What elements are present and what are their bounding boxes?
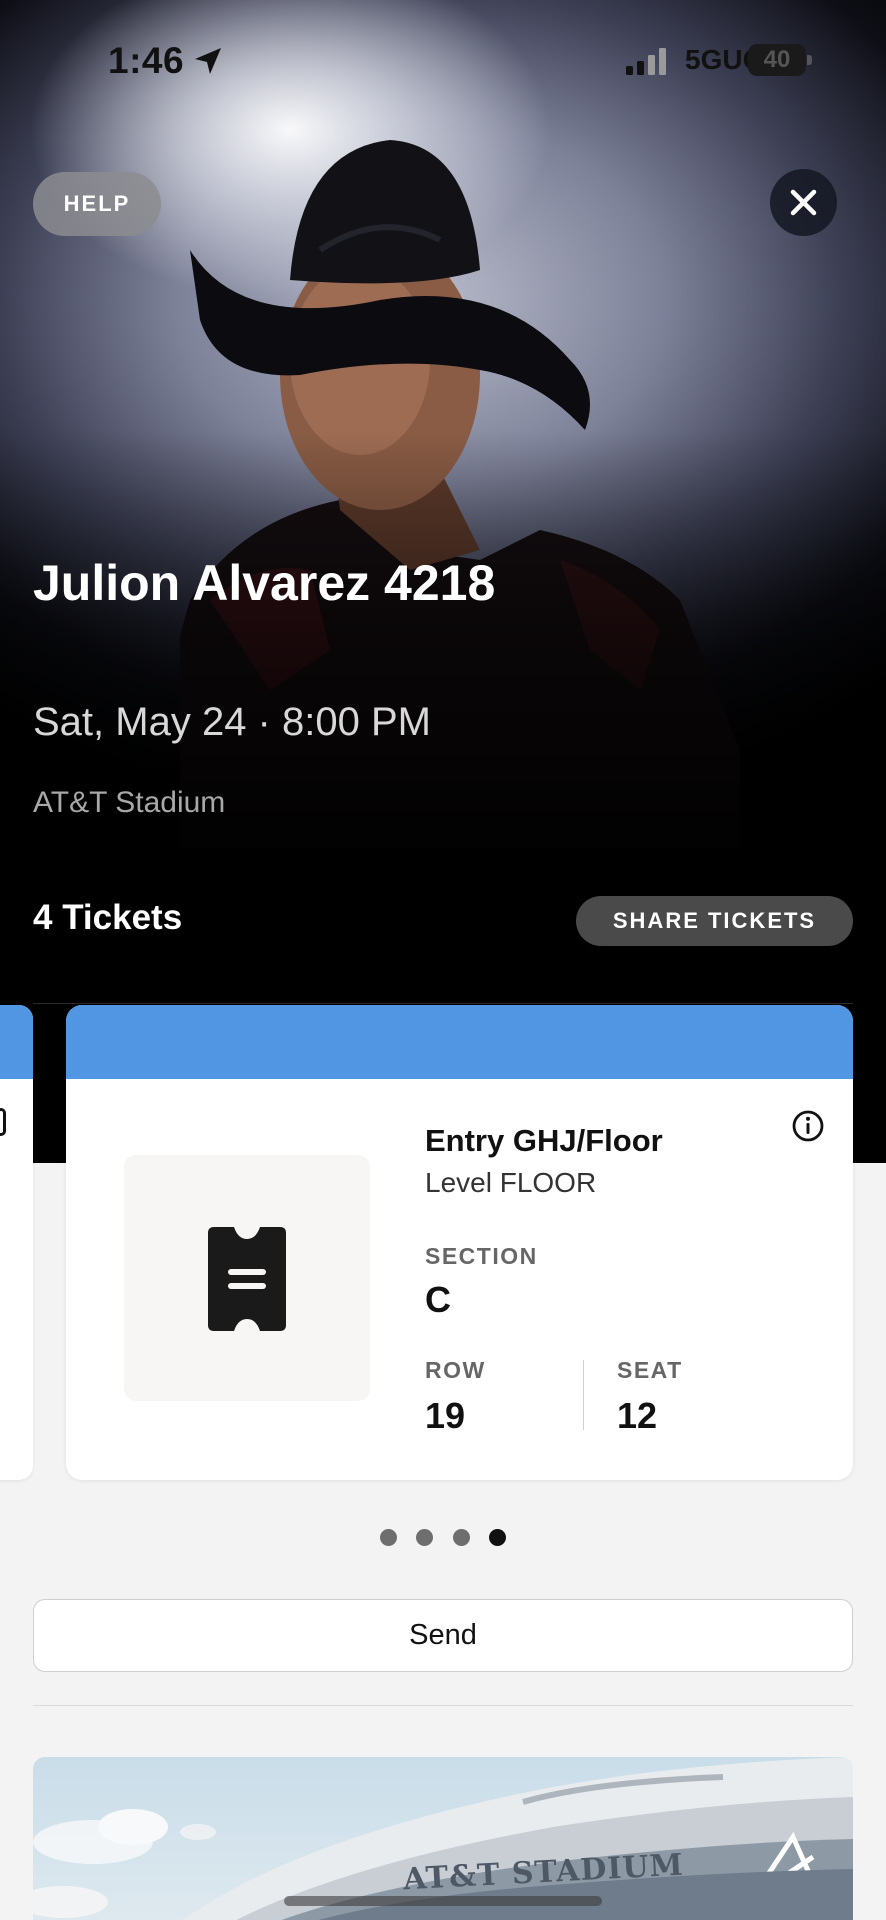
pager-dot-1[interactable] xyxy=(380,1529,397,1546)
pager-dot-2[interactable] xyxy=(416,1529,433,1546)
section-label: SECTION xyxy=(425,1243,538,1269)
hero-divider xyxy=(33,1003,853,1004)
content-divider xyxy=(33,1705,853,1706)
event-venue: AT&T Stadium xyxy=(33,786,226,819)
close-button[interactable] xyxy=(770,169,837,236)
status-bar: 1:46 5GUC 40 xyxy=(0,0,886,120)
peek-card-glyph xyxy=(0,1108,6,1136)
location-arrow-icon xyxy=(195,48,221,74)
ticket-color-band xyxy=(0,1005,33,1079)
event-hero: 1:46 5GUC 40 HELP Julion Alvarez 4218 Sa… xyxy=(0,0,886,1163)
ticket-pager xyxy=(380,1529,520,1549)
ticket-color-band xyxy=(66,1005,853,1079)
info-icon[interactable] xyxy=(791,1109,825,1143)
battery-indicator: 40 xyxy=(748,44,812,76)
event-title: Julion Alvarez 4218 xyxy=(33,555,496,611)
event-date: Sat, May 24 · 8:00 PM xyxy=(33,700,431,744)
ticket-thumbnail xyxy=(124,1155,370,1401)
close-icon xyxy=(790,189,817,216)
battery-tip xyxy=(807,55,812,65)
send-button[interactable]: Send xyxy=(33,1599,853,1672)
home-indicator[interactable] xyxy=(284,1896,602,1906)
ticket-level: Level FLOOR xyxy=(425,1167,597,1198)
pager-dot-4[interactable] xyxy=(489,1529,506,1546)
battery-level: 40 xyxy=(763,46,791,73)
ticket-icon xyxy=(208,1227,286,1331)
ticket-card[interactable]: Entry GHJ/Floor Level FLOOR SECTION C RO… xyxy=(66,1005,853,1480)
ticket-entry: Entry GHJ/Floor xyxy=(425,1123,663,1158)
row-seat-divider xyxy=(583,1360,584,1430)
signal-strength-icon xyxy=(626,48,666,75)
share-tickets-button[interactable]: SHARE TICKETS xyxy=(576,896,853,946)
seat-label: SEAT xyxy=(617,1357,683,1383)
help-button[interactable]: HELP xyxy=(33,172,161,236)
tickets-count: 4 Tickets xyxy=(33,898,183,937)
section-value: C xyxy=(425,1279,451,1320)
seat-value: 12 xyxy=(617,1395,658,1436)
status-time: 1:46 xyxy=(108,40,185,81)
row-label: ROW xyxy=(425,1357,486,1383)
previous-ticket-card[interactable] xyxy=(0,1005,33,1480)
pager-dot-3[interactable] xyxy=(453,1529,470,1546)
row-value: 19 xyxy=(425,1395,466,1436)
